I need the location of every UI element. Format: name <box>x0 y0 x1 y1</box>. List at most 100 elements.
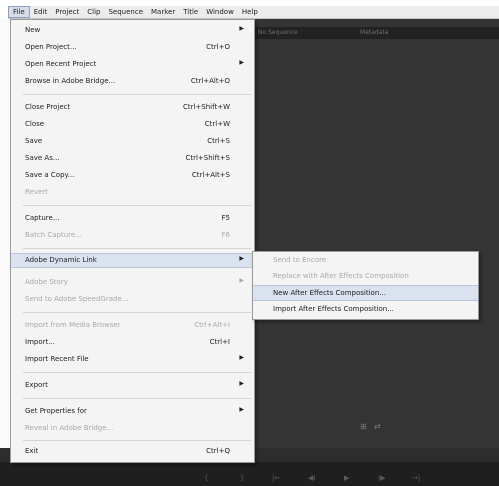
menu-item-shortcut: Ctrl+S <box>207 137 230 145</box>
menu-item-new[interactable]: New ▶ <box>11 24 254 37</box>
app-workspace <box>250 19 499 475</box>
submenu-item-new-ae-comp[interactable]: New After Effects Composition... <box>253 285 478 301</box>
menu-item-shortcut: Ctrl+Shift+W <box>182 103 230 111</box>
menu-item-shortcut: Ctrl+O <box>206 43 230 51</box>
submenu-item-label: Import After Effects Composition... <box>273 305 394 313</box>
menu-item-label: Open Recent Project <box>25 60 97 68</box>
menu-item-get-properties-for[interactable]: Get Properties for ▶ <box>11 405 254 418</box>
dynamic-link-submenu: Send to Encore Replace with After Effect… <box>252 251 479 320</box>
tab-metadata[interactable]: Metadata <box>360 29 388 36</box>
menu-help[interactable]: Help <box>238 6 262 18</box>
menu-marker[interactable]: Marker <box>147 6 179 18</box>
menu-item-label: Revert <box>25 188 48 196</box>
menu-item-shortcut: Ctrl+Alt+O <box>190 77 230 85</box>
menu-item-label: Close <box>25 120 45 128</box>
menu-item-close[interactable]: Close Ctrl+W <box>11 118 254 131</box>
menu-item-label: Open Project... <box>25 43 77 51</box>
menu-item-import-recent-file[interactable]: Import Recent File ▶ <box>11 353 254 366</box>
menu-item-shortcut: Ctrl+Q <box>206 447 230 455</box>
menu-item-label: Export <box>25 381 48 389</box>
menu-item-label: Import Recent File <box>25 355 89 363</box>
submenu-arrow-icon: ▶ <box>239 277 244 284</box>
menu-item-label: Reveal in Adobe Bridge... <box>25 424 114 432</box>
mark-out-icon[interactable]: } <box>240 474 244 482</box>
menu-item-adobe-story: Adobe Story ▶ <box>11 276 254 289</box>
menu-item-export[interactable]: Export ▶ <box>11 379 254 392</box>
menu-item-open-project[interactable]: Open Project... Ctrl+O <box>11 41 254 54</box>
submenu-item-send-to-encore: Send to Encore <box>253 253 478 267</box>
menu-item-exit[interactable]: Exit Ctrl+Q <box>11 445 254 458</box>
menu-item-import-from-media-browser: Import from Media Browser Ctrl+Alt+I <box>11 319 254 332</box>
menu-item-label: Import from Media Browser <box>25 321 121 329</box>
menu-item-shortcut: Ctrl+I <box>209 338 230 346</box>
submenu-arrow-icon: ▶ <box>239 255 244 262</box>
menu-item-shortcut: Ctrl+Alt+S <box>191 171 230 179</box>
tab-no-sequence[interactable]: No Sequence <box>258 29 298 36</box>
submenu-item-import-ae-comp[interactable]: Import After Effects Composition... <box>253 302 478 316</box>
menu-item-batch-capture: Batch Capture... F6 <box>11 229 254 242</box>
menu-item-label: Capture... <box>25 214 60 222</box>
menu-item-label: Save As... <box>25 154 60 162</box>
menu-item-save[interactable]: Save Ctrl+S <box>11 135 254 148</box>
menu-window[interactable]: Window <box>202 6 238 18</box>
submenu-arrow-icon: ▶ <box>239 406 244 413</box>
menu-item-shortcut: Ctrl+Shift+S <box>185 154 230 162</box>
menu-item-import[interactable]: Import... Ctrl+I <box>11 336 254 349</box>
submenu-item-label: Send to Encore <box>273 256 327 264</box>
menu-separator <box>23 94 251 95</box>
menu-item-label: Get Properties for <box>25 407 87 415</box>
submenu-item-label: New After Effects Composition... <box>273 289 386 297</box>
play-icon[interactable]: ▶ <box>344 474 349 482</box>
menu-item-label: New <box>25 26 41 34</box>
menu-item-label: Send to Adobe SpeedGrade... <box>25 295 129 303</box>
mid-swap-icon[interactable]: ⇄ <box>374 422 381 431</box>
menu-edit[interactable]: Edit <box>30 6 52 18</box>
menu-item-browse-in-bridge[interactable]: Browse in Adobe Bridge... Ctrl+Alt+O <box>11 75 254 88</box>
menu-clip[interactable]: Clip <box>83 6 104 18</box>
menu-separator <box>23 398 251 399</box>
submenu-item-label: Replace with After Effects Composition <box>273 272 409 280</box>
menu-item-label: Close Project <box>25 103 71 111</box>
menu-item-close-project[interactable]: Close Project Ctrl+Shift+W <box>11 101 254 114</box>
menu-item-save-as[interactable]: Save As... Ctrl+Shift+S <box>11 152 254 165</box>
menu-item-label: Browse in Adobe Bridge... <box>25 77 116 85</box>
menu-item-send-to-speedgrade: Send to Adobe SpeedGrade... <box>11 293 254 306</box>
menu-item-shortcut: F6 <box>221 231 230 239</box>
menu-project[interactable]: Project <box>51 6 83 18</box>
menu-item-adobe-dynamic-link[interactable]: Adobe Dynamic Link ▶ <box>11 253 254 268</box>
go-to-in-icon[interactable]: |← <box>272 474 280 482</box>
menu-item-open-recent-project[interactable]: Open Recent Project ▶ <box>11 58 254 71</box>
menu-separator <box>23 440 251 441</box>
menu-item-label: Adobe Story <box>25 278 68 286</box>
menu-separator <box>23 205 251 206</box>
menu-separator <box>23 248 251 249</box>
menu-item-shortcut: F5 <box>221 214 230 222</box>
menu-item-label: Exit <box>25 447 39 455</box>
menu-file[interactable]: File <box>8 6 30 18</box>
menu-item-label: Adobe Dynamic Link <box>25 256 97 264</box>
step-forward-icon[interactable]: I▶ <box>378 474 385 482</box>
menu-item-capture[interactable]: Capture... F5 <box>11 212 254 225</box>
mark-in-icon[interactable]: { <box>204 474 208 482</box>
window-left-edge <box>0 19 10 448</box>
submenu-arrow-icon: ▶ <box>239 25 244 32</box>
go-to-out-icon[interactable]: →| <box>412 474 420 482</box>
submenu-arrow-icon: ▶ <box>239 354 244 361</box>
step-back-icon[interactable]: ◀I <box>308 474 315 482</box>
menu-separator <box>23 312 251 313</box>
menu-item-save-a-copy[interactable]: Save a Copy... Ctrl+Alt+S <box>11 169 254 182</box>
menu-item-label: Batch Capture... <box>25 231 82 239</box>
premiere-window: File Edit Project Clip Sequence Marker T… <box>0 0 499 486</box>
menu-title[interactable]: Title <box>179 6 202 18</box>
panel-tab-bar: No Sequence Metadata <box>250 27 499 39</box>
menu-item-reveal-in-bridge: Reveal in Adobe Bridge... <box>11 422 254 435</box>
menu-item-shortcut: Ctrl+Alt+I <box>194 321 230 329</box>
menu-sequence[interactable]: Sequence <box>104 6 147 18</box>
menu-bar: File Edit Project Clip Sequence Marker T… <box>8 6 499 19</box>
menu-item-shortcut: Ctrl+W <box>204 120 230 128</box>
mid-toggle-icon[interactable]: ⊞ <box>360 422 367 431</box>
submenu-arrow-icon: ▶ <box>239 380 244 387</box>
menu-item-label: Import... <box>25 338 55 346</box>
menu-separator <box>23 372 251 373</box>
menu-item-label: Save a Copy... <box>25 171 75 179</box>
